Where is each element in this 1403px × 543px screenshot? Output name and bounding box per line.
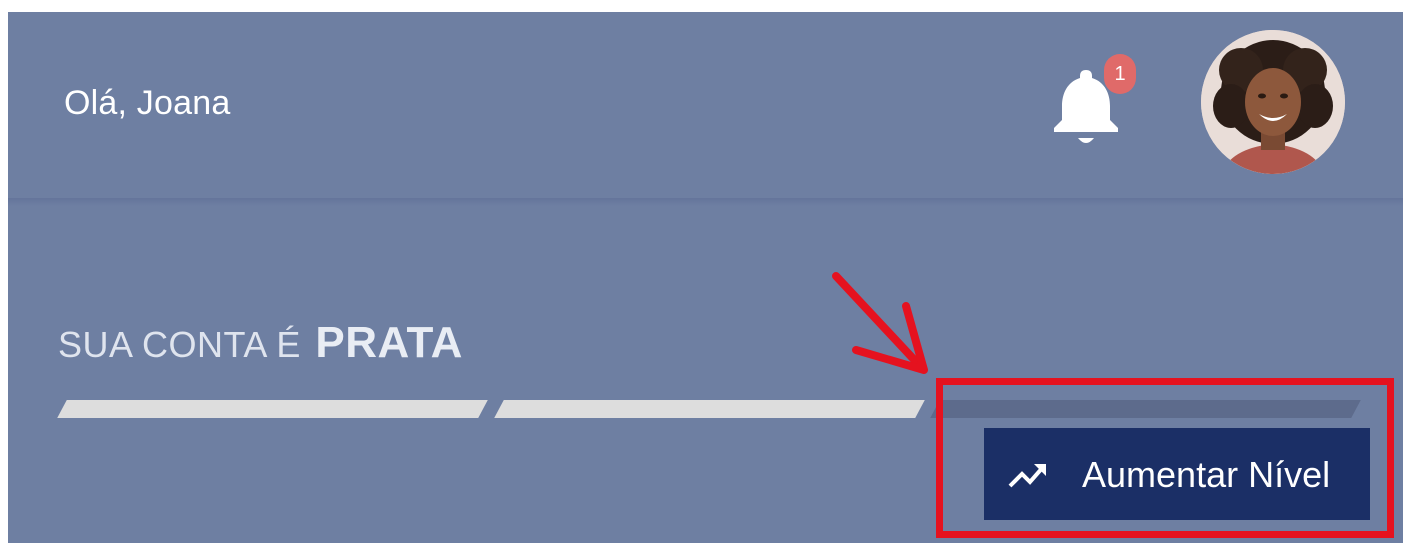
level-segment xyxy=(493,400,925,418)
top-bar: Olá, Joana 1 xyxy=(8,12,1403,198)
upgrade-level-button[interactable]: Aumentar Nível xyxy=(984,428,1370,520)
app-screen: Olá, Joana 1 SUA CONTA É PRATA Aumentar … xyxy=(8,12,1403,543)
avatar[interactable] xyxy=(1201,30,1345,174)
level-segment xyxy=(57,400,488,418)
upgrade-level-label[interactable]: Aumentar Nível xyxy=(1082,454,1330,496)
trending-up-icon xyxy=(1008,464,1046,488)
account-tier: PRATA xyxy=(315,318,463,367)
account-status-prefix: SUA CONTA É xyxy=(58,324,301,365)
notification-badge: 1 xyxy=(1104,54,1136,94)
user-avatar-icon xyxy=(1201,30,1345,174)
header-divider xyxy=(8,198,1403,206)
account-status: SUA CONTA É PRATA xyxy=(58,318,463,368)
greeting-text: Olá, Joana xyxy=(64,84,231,122)
notifications-button[interactable]: 1 xyxy=(1040,54,1136,150)
arrow-annotation-icon xyxy=(832,272,928,374)
